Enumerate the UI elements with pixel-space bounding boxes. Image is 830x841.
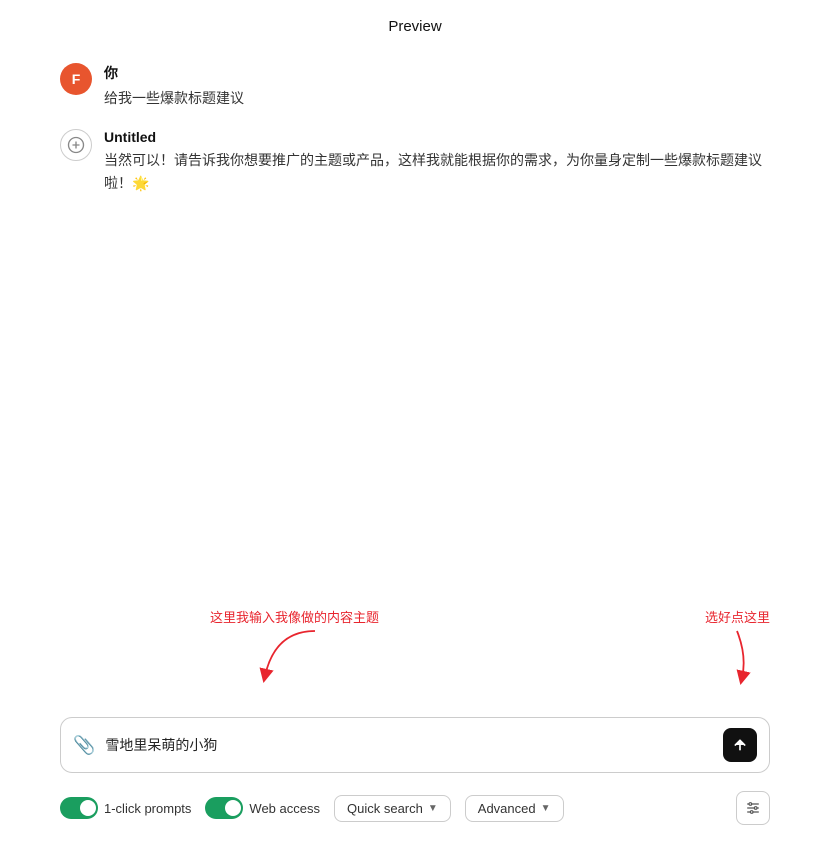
- annotation-right-text: 选好点这里: [705, 607, 770, 626]
- input-box: 📎: [60, 717, 770, 773]
- annotations-area: 这里我输入我像做的内容主题 选好点这里: [0, 597, 830, 717]
- toggle-web-switch[interactable]: [205, 797, 243, 819]
- attach-icon[interactable]: 📎: [73, 735, 95, 756]
- bot-message-content: Untitled 当然可以！请告诉我你想要推广的主题或产品，这样我就能根据你的需…: [104, 129, 770, 194]
- advanced-label: Advanced: [478, 801, 536, 816]
- quick-search-label: Quick search: [347, 801, 423, 816]
- chat-area: F 你 给我一些爆款标题建议 Untitled 当然可以！请告诉我你想要推广的主…: [0, 47, 830, 597]
- user-message-content: 你 给我一些爆款标题建议: [104, 63, 244, 109]
- message-input[interactable]: [105, 737, 713, 753]
- quick-search-dropdown[interactable]: Quick search ▼: [334, 795, 451, 822]
- toggle-web-label: Web access: [249, 801, 320, 816]
- toggle-web-access: Web access: [205, 797, 320, 819]
- input-area: 📎: [0, 717, 830, 783]
- user-name: 你: [104, 63, 244, 83]
- toggle-1-click-prompts: 1-click prompts: [60, 797, 191, 819]
- bot-message-row: Untitled 当然可以！请告诉我你想要推广的主题或产品，这样我就能根据你的需…: [60, 129, 770, 194]
- right-annotation: 选好点这里: [705, 607, 770, 686]
- annotation-left-text: 这里我输入我像做的内容主题: [210, 607, 379, 626]
- quick-search-chevron-icon: ▼: [428, 803, 438, 814]
- user-message-row: F 你 给我一些爆款标题建议: [60, 63, 770, 109]
- bot-avatar: [60, 129, 92, 161]
- send-button[interactable]: [723, 728, 757, 762]
- advanced-dropdown[interactable]: Advanced ▼: [465, 795, 564, 822]
- advanced-chevron-icon: ▼: [541, 803, 551, 814]
- settings-button[interactable]: [736, 791, 770, 825]
- toggle-1click-switch[interactable]: [60, 797, 98, 819]
- toggle-1click-label: 1-click prompts: [104, 801, 191, 816]
- toolbar-row: 1-click prompts Web access Quick search …: [0, 783, 830, 841]
- page-title: Preview: [0, 0, 830, 47]
- user-avatar: F: [60, 63, 92, 95]
- user-message-text: 给我一些爆款标题建议: [104, 87, 244, 109]
- left-annotation: 这里我输入我像做的内容主题: [210, 607, 379, 686]
- bot-message-text: 当然可以！请告诉我你想要推广的主题或产品，这样我就能根据你的需求，为你量身定制一…: [104, 149, 770, 194]
- bot-name: Untitled: [104, 129, 770, 145]
